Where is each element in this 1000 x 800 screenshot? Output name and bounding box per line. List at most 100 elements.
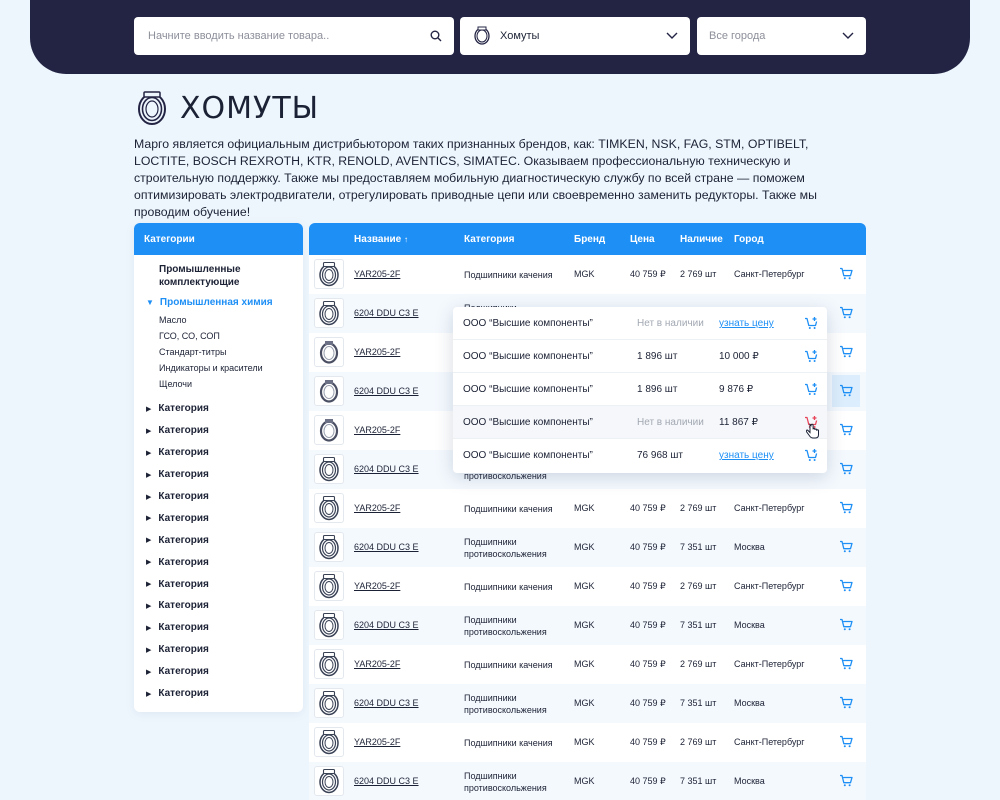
cart-icon[interactable] — [839, 774, 853, 789]
product-category: Подшипники противоскольжения — [464, 771, 547, 793]
table-header: Название ↑ Категория Бренд Цена Наличие … — [309, 223, 866, 255]
col-header-city[interactable]: Город — [734, 234, 764, 245]
product-qty: 2 769 шт — [680, 581, 717, 591]
cart-icon[interactable] — [839, 423, 853, 438]
product-image[interactable] — [314, 259, 344, 289]
col-header-price[interactable]: Цена — [630, 234, 655, 245]
sidebar-category[interactable]: ▶ Категория — [134, 507, 303, 529]
sidebar-category[interactable]: ▶ Категория — [134, 683, 303, 705]
sidebar-subitem[interactable]: Индикаторы и красители — [134, 360, 303, 376]
product-name-link[interactable]: 6204 DDU C3 E — [354, 308, 419, 318]
cart-icon[interactable] — [839, 267, 853, 282]
request-price-link[interactable]: узнать цену — [719, 450, 774, 461]
product-name-link[interactable]: YAR205-2F — [354, 269, 400, 279]
product-name-link[interactable]: 6204 DDU C3 E — [354, 386, 419, 396]
triangle-right-icon: ▶ — [146, 405, 152, 413]
product-image[interactable] — [314, 454, 344, 484]
product-brand: MGK — [574, 269, 595, 279]
table-row: YAR205-2F Подшипники качения MGK 40 759 … — [309, 489, 866, 528]
product-image[interactable] — [314, 610, 344, 640]
sidebar-category[interactable]: ▶ Категория — [134, 529, 303, 551]
col-header-name[interactable]: Название ↑ — [354, 234, 408, 245]
supplier-offer-row: ООО “Высшие компоненты” 76 968 шт узнать… — [453, 439, 827, 472]
sidebar-category[interactable]: ▶ Категория — [134, 573, 303, 595]
sidebar-subitem[interactable]: Щелочи — [134, 376, 303, 392]
product-name-link[interactable]: YAR205-2F — [354, 737, 400, 747]
product-brand: MGK — [574, 542, 595, 552]
cart-icon[interactable] — [839, 345, 853, 360]
sidebar-category[interactable]: ▶ Категория — [134, 617, 303, 639]
product-image[interactable] — [314, 298, 344, 328]
cart-icon[interactable] — [839, 735, 853, 750]
col-header-category[interactable]: Категория — [464, 234, 514, 245]
sidebar-subitem[interactable]: Стандарт-титры — [134, 344, 303, 360]
product-name-link[interactable]: YAR205-2F — [354, 425, 400, 435]
product-image[interactable] — [314, 493, 344, 523]
triangle-right-icon: ▶ — [146, 690, 152, 698]
cart-icon[interactable] — [839, 696, 853, 711]
supplier-price: 11 867 ₽ — [719, 417, 758, 428]
product-image[interactable] — [314, 376, 344, 406]
city-select-value: Все города — [709, 30, 766, 42]
product-name-link[interactable]: 6204 DDU C3 E — [354, 542, 419, 552]
triangle-right-icon: ▶ — [146, 559, 152, 567]
add-to-cart-icon[interactable] — [804, 382, 818, 399]
product-image[interactable] — [314, 688, 344, 718]
table-row: 6204 DDU C3 E Подшипники противоскольжен… — [309, 684, 866, 723]
add-to-cart-icon[interactable] — [804, 316, 818, 333]
cart-icon[interactable] — [839, 618, 853, 633]
product-name-link[interactable]: YAR205-2F — [354, 659, 400, 669]
product-image[interactable] — [314, 532, 344, 562]
add-to-cart-icon[interactable] — [804, 349, 818, 366]
sidebar-item-active[interactable]: ▼ Промышленная химия — [134, 297, 303, 308]
col-header-qty[interactable]: Наличие — [680, 234, 723, 245]
product-name-link[interactable]: 6204 DDU C3 E — [354, 620, 419, 630]
add-to-cart-icon[interactable] — [804, 448, 818, 465]
cart-icon[interactable] — [839, 540, 853, 555]
sidebar-category[interactable]: ▶ Категория — [134, 661, 303, 683]
cart-icon[interactable] — [839, 657, 853, 672]
product-name-link[interactable]: 6204 DDU C3 E — [354, 464, 419, 474]
product-image[interactable] — [314, 649, 344, 679]
product-qty: 7 351 шт — [680, 620, 717, 630]
sidebar-category[interactable]: ▶ Категория — [134, 420, 303, 442]
request-price-link[interactable]: узнать цену — [719, 318, 774, 329]
supplier-name: ООО “Высшие компоненты” — [463, 318, 593, 329]
product-image[interactable] — [314, 415, 344, 445]
product-image[interactable] — [314, 766, 344, 796]
product-image[interactable] — [314, 727, 344, 757]
sidebar-category[interactable]: ▶ Категория — [134, 595, 303, 617]
cart-icon[interactable] — [839, 501, 853, 516]
sidebar-category[interactable]: ▶ Категория — [134, 464, 303, 486]
product-name-link[interactable]: YAR205-2F — [354, 503, 400, 513]
chevron-down-icon — [666, 32, 678, 39]
cart-icon[interactable] — [839, 384, 853, 399]
cart-icon[interactable] — [839, 579, 853, 594]
search-input[interactable] — [148, 30, 430, 42]
cart-icon[interactable] — [839, 462, 853, 477]
product-image[interactable] — [314, 571, 344, 601]
sidebar-category-label: Категория — [158, 666, 209, 678]
sidebar-category[interactable]: ▶ Категория — [134, 486, 303, 508]
product-name-link[interactable]: 6204 DDU C3 E — [354, 698, 419, 708]
product-name-link[interactable]: YAR205-2F — [354, 581, 400, 591]
sidebar-item-top[interactable]: Промышленные комплектующие — [134, 263, 303, 289]
sidebar-category[interactable]: ▶ Категория — [134, 551, 303, 573]
category-select[interactable]: Хомуты — [460, 17, 690, 55]
product-price: 40 759 ₽ — [630, 581, 666, 591]
sidebar-subitem[interactable]: Масло — [134, 312, 303, 328]
sidebar-category[interactable]: ▶ Категория — [134, 442, 303, 464]
sidebar-subitem[interactable]: ГСО, СО, СОП — [134, 328, 303, 344]
cart-icon[interactable] — [839, 306, 853, 321]
search-box[interactable] — [134, 17, 454, 55]
product-name-link[interactable]: YAR205-2F — [354, 347, 400, 357]
sidebar-category-label: Категория — [158, 469, 209, 481]
city-select[interactable]: Все города — [697, 17, 866, 55]
sidebar-category[interactable]: ▶ Категория — [134, 398, 303, 420]
product-image[interactable] — [314, 337, 344, 367]
search-icon[interactable] — [430, 30, 442, 42]
col-header-brand[interactable]: Бренд — [574, 234, 605, 245]
product-name-link[interactable]: 6204 DDU C3 E — [354, 776, 419, 786]
sidebar-category[interactable]: ▶ Категория — [134, 639, 303, 661]
product-price: 40 759 ₽ — [630, 698, 666, 708]
